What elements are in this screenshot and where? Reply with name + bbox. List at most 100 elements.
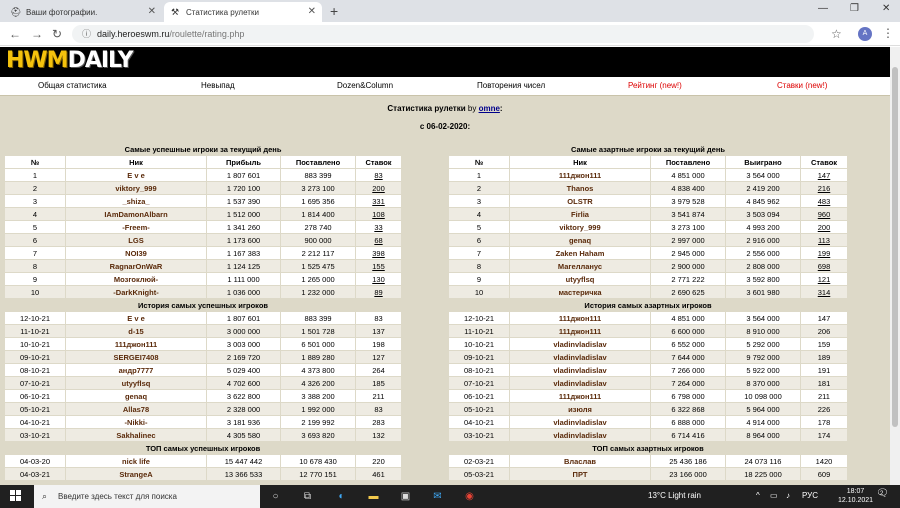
player-link[interactable]: SERGEI7408 xyxy=(66,351,206,363)
player-link[interactable]: vladinvladislav xyxy=(510,377,650,389)
player-link[interactable]: 111джон111 xyxy=(510,312,650,324)
close-icon[interactable]: ✕ xyxy=(308,6,316,17)
player-link[interactable]: vladinvladislav xyxy=(510,338,650,350)
player-link[interactable]: genaq xyxy=(66,390,206,402)
player-link[interactable]: ПРТ xyxy=(510,468,650,480)
player-link[interactable]: utyyflsq xyxy=(66,377,206,389)
bets-link[interactable]: 314 xyxy=(801,286,848,298)
bets-link[interactable]: 33 xyxy=(356,221,402,233)
player-link[interactable]: nick life xyxy=(66,455,206,467)
edge-icon[interactable]: ◐ xyxy=(334,489,349,504)
site-logo[interactable]: HWMDAILY xyxy=(6,48,134,73)
bets-link[interactable]: 68 xyxy=(356,234,402,246)
player-link[interactable]: LGS xyxy=(66,234,206,246)
player-link[interactable]: 111джон111 xyxy=(66,338,206,350)
cortana-icon[interactable]: ○ xyxy=(268,489,283,504)
bookmark-star-icon[interactable]: ☆ xyxy=(831,27,842,41)
task-view-icon[interactable]: ⧉ xyxy=(300,489,315,504)
bets-link[interactable]: 331 xyxy=(356,195,402,207)
profile-avatar[interactable]: A xyxy=(858,27,872,41)
bets-link[interactable]: 960 xyxy=(801,208,848,220)
player-link[interactable]: Sakhalinec xyxy=(66,429,206,441)
chrome-icon[interactable]: ◉ xyxy=(462,489,477,504)
player-link[interactable]: NOI39 xyxy=(66,247,206,259)
menu-general-stats[interactable]: Общая статистика xyxy=(38,81,107,90)
player-link[interactable]: genaq xyxy=(510,234,650,246)
player-link[interactable]: IAmDamonAlbarn xyxy=(66,208,206,220)
minimize-button[interactable]: — xyxy=(818,3,828,14)
player-link[interactable]: vladinvladislav xyxy=(510,416,650,428)
bets-link[interactable]: 216 xyxy=(801,182,848,194)
info-icon[interactable]: ⓘ xyxy=(82,29,91,39)
bets-link[interactable]: 698 xyxy=(801,260,848,272)
scrollbar[interactable] xyxy=(890,47,900,485)
player-link[interactable]: изюля xyxy=(510,403,650,415)
clock[interactable]: 18:07 12.10.2021 xyxy=(838,487,873,505)
bets-link[interactable]: 147 xyxy=(801,169,848,181)
player-link[interactable]: StrangeA xyxy=(66,468,206,480)
bets-link[interactable]: 200 xyxy=(801,221,848,233)
tab-photos[interactable]: ⛑ Ваши фотографии. ✕ xyxy=(4,2,162,22)
player-link[interactable]: 111джон111 xyxy=(510,390,650,402)
player-link[interactable]: d-15 xyxy=(66,325,206,337)
bets-link[interactable]: 199 xyxy=(801,247,848,259)
window-close-button[interactable]: ✕ xyxy=(882,3,890,14)
player-link[interactable]: vladinvladislav xyxy=(510,429,650,441)
tab-roulette-stats[interactable]: ⚒ Статистика рулетки ✕ xyxy=(164,2,322,22)
player-link[interactable]: Thanos xyxy=(510,182,650,194)
player-link[interactable]: Zaken Haham xyxy=(510,247,650,259)
bets-link[interactable]: 483 xyxy=(801,195,848,207)
bets-link[interactable]: 121 xyxy=(801,273,848,285)
windows-start-icon[interactable] xyxy=(10,490,22,502)
player-link[interactable]: viktory_999 xyxy=(510,221,650,233)
bets-link[interactable]: 200 xyxy=(356,182,402,194)
player-link[interactable]: RagnarOnWaR xyxy=(66,260,206,272)
forward-icon[interactable]: → xyxy=(31,27,43,41)
bets-link[interactable]: 89 xyxy=(356,286,402,298)
tray-chevron-icon[interactable]: ^ xyxy=(756,491,760,500)
maximize-button[interactable]: ❐ xyxy=(850,3,859,14)
player-link[interactable]: Allas78 xyxy=(66,403,206,415)
player-link[interactable]: -DarkKnight- xyxy=(66,286,206,298)
back-icon[interactable]: ← xyxy=(9,27,21,41)
menu-nevypad[interactable]: Невыпад xyxy=(201,81,235,90)
player-link[interactable]: E v e xyxy=(66,169,206,181)
bets-link[interactable]: 155 xyxy=(356,260,402,272)
player-link[interactable]: -Nikki- xyxy=(66,416,206,428)
store-icon[interactable]: ▣ xyxy=(398,489,413,504)
player-link[interactable]: -Freem- xyxy=(66,221,206,233)
menu-rating[interactable]: Рейтинг (new!) xyxy=(628,81,682,90)
menu-bets[interactable]: Ставки (new!) xyxy=(777,81,827,90)
player-link[interactable]: Firlia xyxy=(510,208,650,220)
network-icon[interactable]: ▭ xyxy=(770,491,778,500)
player-link[interactable]: utyyflsq xyxy=(510,273,650,285)
menu-number-repeats[interactable]: Повторения чисел xyxy=(477,81,545,90)
taskbar-search[interactable]: ⌕ Введите здесь текст для поиска xyxy=(34,485,260,508)
menu-kebab-icon[interactable]: ⋮ xyxy=(882,26,894,40)
menu-dozen-column[interactable]: Dozen&Column xyxy=(337,81,393,90)
bets-link[interactable]: 83 xyxy=(356,169,402,181)
reload-icon[interactable]: ↻ xyxy=(52,27,62,41)
language-indicator[interactable]: РУС xyxy=(802,491,818,500)
player-link[interactable]: 111джон111 xyxy=(510,169,650,181)
new-tab-button[interactable]: + xyxy=(330,3,338,19)
bets-link[interactable]: 130 xyxy=(356,273,402,285)
url-field[interactable]: ⓘ daily.heroeswm.ru/roulette/rating.php xyxy=(72,25,814,43)
player-link[interactable]: viktory_999 xyxy=(66,182,206,194)
player-link[interactable]: Мозгоклюй- xyxy=(66,273,206,285)
player-link[interactable]: Магелланус xyxy=(510,260,650,272)
player-link[interactable]: 111джон111 xyxy=(510,325,650,337)
author-link[interactable]: omne xyxy=(479,104,500,113)
player-link[interactable]: андр7777 xyxy=(66,364,206,376)
bets-link[interactable]: 398 xyxy=(356,247,402,259)
bets-link[interactable]: 108 xyxy=(356,208,402,220)
mail-icon[interactable]: ✉ xyxy=(430,489,445,504)
close-icon[interactable]: ✕ xyxy=(148,6,156,17)
scrollbar-thumb[interactable] xyxy=(892,67,898,427)
player-link[interactable]: vladinvladislav xyxy=(510,364,650,376)
bets-link[interactable]: 113 xyxy=(801,234,848,246)
player-link[interactable]: OLSTR xyxy=(510,195,650,207)
player-link[interactable]: Власлав xyxy=(510,455,650,467)
player-link[interactable]: E v e xyxy=(66,312,206,324)
weather-widget[interactable]: 13°C Light rain xyxy=(648,491,701,500)
